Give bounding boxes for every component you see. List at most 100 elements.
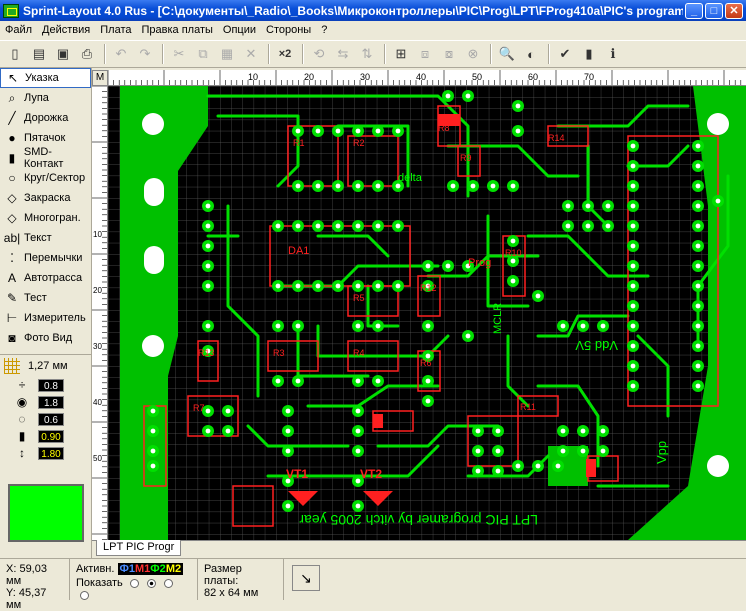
redo-button[interactable]: ↷ xyxy=(134,43,156,65)
tool-pad[interactable]: ● Пятачок xyxy=(0,128,91,148)
tool-circle[interactable]: ○ Круг/Сектор xyxy=(0,168,91,188)
print-button[interactable]: ⎙ xyxy=(76,43,98,65)
tool-fill[interactable]: ◇ Закраска xyxy=(0,188,91,208)
tool-label: Текст xyxy=(24,232,52,244)
copy-button[interactable]: ⧉ xyxy=(192,43,214,65)
close-button[interactable]: ✕ xyxy=(725,2,743,19)
text-icon: ab| xyxy=(3,231,21,245)
rotate-button[interactable]: ⟲ xyxy=(308,43,330,65)
pad-hole xyxy=(560,448,566,454)
pad-hole xyxy=(275,323,281,329)
tool-magnifier[interactable]: ⌕ Лупа xyxy=(0,88,91,108)
cut-button[interactable]: ✂ xyxy=(168,43,190,65)
layer-panel: Активн. Ф1 М1 Ф2 М2 Показать xyxy=(70,559,198,600)
component-icon: ▮ xyxy=(585,46,593,61)
tab-lpt-pic-progr[interactable]: LPT PIC Progr xyxy=(96,540,182,556)
show-radio-4[interactable] xyxy=(80,590,89,600)
component-button[interactable]: ▮ xyxy=(578,43,600,65)
pad-hole xyxy=(630,183,636,189)
tool-smd-pad[interactable]: ▮ SMD-Контакт xyxy=(0,146,91,170)
align-button[interactable]: ⊞ xyxy=(390,43,412,65)
mirror-v-button[interactable]: ⇅ xyxy=(356,43,378,65)
tool-camera[interactable]: ◙ Фото Вид xyxy=(0,328,91,348)
pad-hole xyxy=(600,428,606,434)
pad-hole xyxy=(630,163,636,169)
ruler-corner[interactable]: M xyxy=(92,70,108,86)
paste-button[interactable]: ▦ xyxy=(216,43,238,65)
ruler-label: 50 xyxy=(93,454,102,463)
label-r3: R3 xyxy=(273,348,285,358)
menu-file[interactable]: Файл xyxy=(0,24,37,36)
menu-options[interactable]: Опции xyxy=(218,24,261,36)
smd-height-icon: ↕ xyxy=(19,446,25,460)
param-value[interactable]: 1.8 xyxy=(38,395,64,409)
layer-m2[interactable]: М2 xyxy=(166,563,181,575)
title-bar: Sprint-Layout 4.0 Rus - [C:\документы\_R… xyxy=(0,0,746,21)
coord-x: X: 59,03 мм xyxy=(6,563,47,587)
pad-hole xyxy=(375,223,381,229)
info-button[interactable]: ℹ xyxy=(602,43,624,65)
drc-check-button[interactable]: ✔ xyxy=(554,43,576,65)
tool-autoroute[interactable]: A Автотрасса xyxy=(0,268,91,288)
tool-text[interactable]: ab| Текст xyxy=(0,228,91,248)
layer-f1[interactable]: Ф1 xyxy=(120,563,136,575)
pcb-canvas[interactable]: DA1 Prog delta R1 R2 R3 R4 R5 R6 R7 R8 R… xyxy=(108,86,746,540)
menu-sides[interactable]: Стороны xyxy=(261,24,316,36)
pad-hole xyxy=(695,303,701,309)
grid-selector[interactable]: 1,27 мм xyxy=(0,354,91,376)
maximize-button[interactable]: □ xyxy=(705,2,723,19)
layer-f2[interactable]: Ф2 xyxy=(150,563,166,575)
ruler-label: 40 xyxy=(416,72,426,82)
tool-polygon[interactable]: ◇ Многогран. xyxy=(0,208,91,228)
menu-help[interactable]: ? xyxy=(316,24,332,36)
show-radio-1[interactable] xyxy=(129,578,139,588)
show-radio-2[interactable] xyxy=(146,578,156,588)
new-button[interactable]: ▯ xyxy=(4,43,26,65)
tool-label: Измеритель xyxy=(24,312,86,324)
active-layer-color[interactable] xyxy=(8,484,84,542)
ungroup-button[interactable]: ⧇ xyxy=(438,43,460,65)
pad-hole xyxy=(375,378,381,384)
pad-hole xyxy=(205,223,211,229)
lock-button[interactable]: ⊗ xyxy=(462,43,484,65)
ruler-label: 30 xyxy=(360,72,370,82)
save-button[interactable]: ▣ xyxy=(52,43,74,65)
layer-m1[interactable]: М1 xyxy=(135,563,150,575)
menu-board[interactable]: Плата xyxy=(95,24,136,36)
duplicate-x2-button[interactable]: ×2 xyxy=(274,43,296,65)
tool-test[interactable]: ✎ Тест xyxy=(0,288,91,308)
lock-icon: ⊗ xyxy=(467,46,479,61)
param-value[interactable]: 1.80 xyxy=(38,446,64,460)
label-author: LPT PIC programer by vitch 2005 year xyxy=(299,512,538,528)
align-icon: ⊞ xyxy=(395,46,407,61)
mirror-h-button[interactable]: ⇆ xyxy=(332,43,354,65)
tool-ruler[interactable]: ⊢ Измеритель xyxy=(0,308,91,328)
minimize-button[interactable]: _ xyxy=(685,2,703,19)
pad-hole xyxy=(315,223,321,229)
tool-pointer[interactable]: ↖ Указка xyxy=(0,68,91,88)
param-value[interactable]: 0.6 xyxy=(38,412,64,426)
pad-hole xyxy=(510,183,516,189)
tool-jumper[interactable]: ⁚ Перемычки xyxy=(0,248,91,268)
smd-pad-icon: ▮ xyxy=(8,151,16,165)
show-radio-3[interactable] xyxy=(163,578,173,588)
group-button[interactable]: ⧈ xyxy=(414,43,436,65)
ruler-label: 20 xyxy=(93,286,102,295)
tool-track[interactable]: ╱ Дорожка xyxy=(0,108,91,128)
menu-actions[interactable]: Действия xyxy=(37,24,95,36)
pad-hole xyxy=(205,323,211,329)
open-button[interactable]: ▤ xyxy=(28,43,50,65)
pad-hole xyxy=(695,383,701,389)
tool-label: Многогран. xyxy=(24,212,81,224)
ungroup-icon: ⧇ xyxy=(444,46,454,61)
delete-button[interactable]: ✕ xyxy=(240,43,262,65)
track-width-icon: ÷ xyxy=(18,378,26,392)
zoom-button[interactable]: 🔍 xyxy=(496,43,518,65)
menu-edit-board[interactable]: Правка платы xyxy=(136,24,217,36)
undo-button[interactable]: ↶ xyxy=(110,43,132,65)
param-value[interactable]: 0.90 xyxy=(38,429,64,443)
contrast-button[interactable]: ◐ xyxy=(520,43,542,65)
track-route-button[interactable]: ↘ xyxy=(292,565,320,591)
pad-hole xyxy=(585,203,591,209)
param-value[interactable]: 0.8 xyxy=(38,378,64,392)
